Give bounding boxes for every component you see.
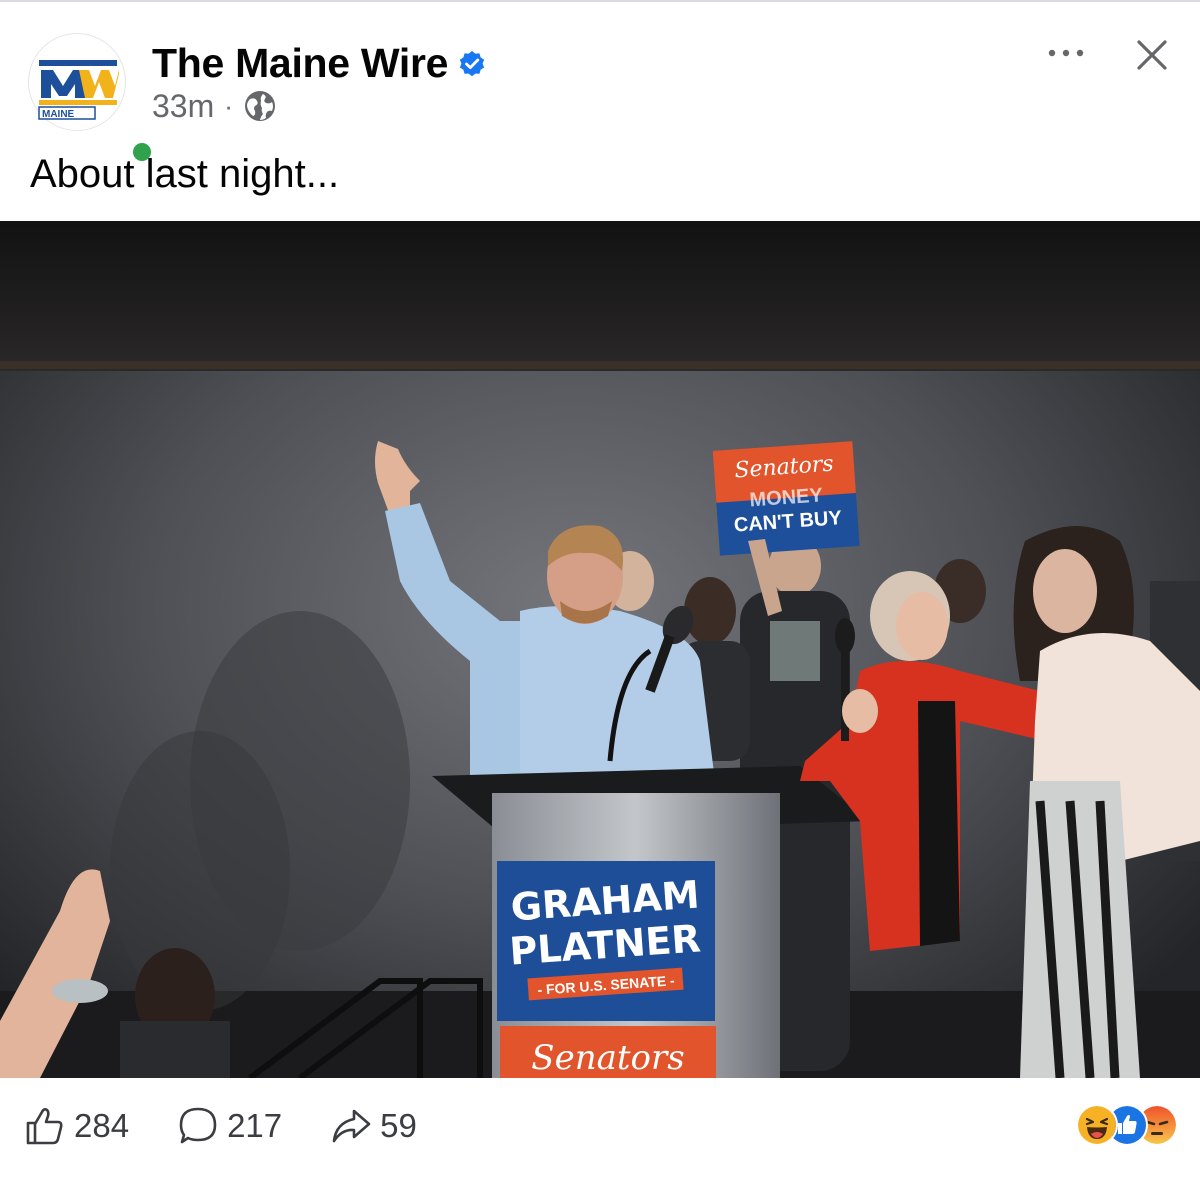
close-icon[interactable] xyxy=(1133,36,1171,74)
logo-text: MAINE xyxy=(42,109,75,120)
share-icon xyxy=(332,1109,371,1143)
like-count: 284 xyxy=(74,1107,130,1144)
page-name-row: The Maine Wire xyxy=(152,40,486,87)
meta-separator: · xyxy=(224,90,233,121)
share-button[interactable]: 59 xyxy=(330,1105,417,1147)
post-meta: 33m · xyxy=(152,86,277,126)
comment-icon xyxy=(179,1107,217,1144)
post-photo[interactable]: Senators MONEY CAN'T BUY GRAHAM PLATNER … xyxy=(0,221,1200,1078)
rally-photo: Senators MONEY CAN'T BUY GRAHAM PLATNER … xyxy=(0,221,1200,1078)
back-sign: Senators MONEY CAN'T BUY xyxy=(712,441,860,556)
page-name[interactable]: The Maine Wire xyxy=(152,40,448,87)
thumbs-up-icon xyxy=(26,1108,63,1145)
reaction-summary[interactable] xyxy=(1074,1104,1178,1146)
comment-count: 217 xyxy=(227,1107,283,1144)
top-divider xyxy=(0,0,1200,2)
haha-icon xyxy=(1076,1104,1118,1146)
comment-button[interactable]: 217 xyxy=(177,1105,282,1147)
page-avatar[interactable]: MAINE xyxy=(28,33,155,165)
more-icon[interactable] xyxy=(1044,38,1088,68)
verified-icon xyxy=(460,50,485,76)
like-button[interactable]: 284 xyxy=(24,1105,129,1147)
post-caption: About last night... xyxy=(30,152,340,196)
maine-wire-logo: MAINE xyxy=(38,60,119,120)
lower-sign-text: Senators xyxy=(531,1038,684,1078)
globe-icon[interactable] xyxy=(243,89,277,123)
podium-sign: GRAHAM PLATNER - FOR U.S. SENATE - xyxy=(497,861,715,1021)
timestamp[interactable]: 33m xyxy=(152,88,214,125)
share-count: 59 xyxy=(380,1107,417,1144)
engagement-bar: 284 217 59 xyxy=(24,1103,465,1149)
